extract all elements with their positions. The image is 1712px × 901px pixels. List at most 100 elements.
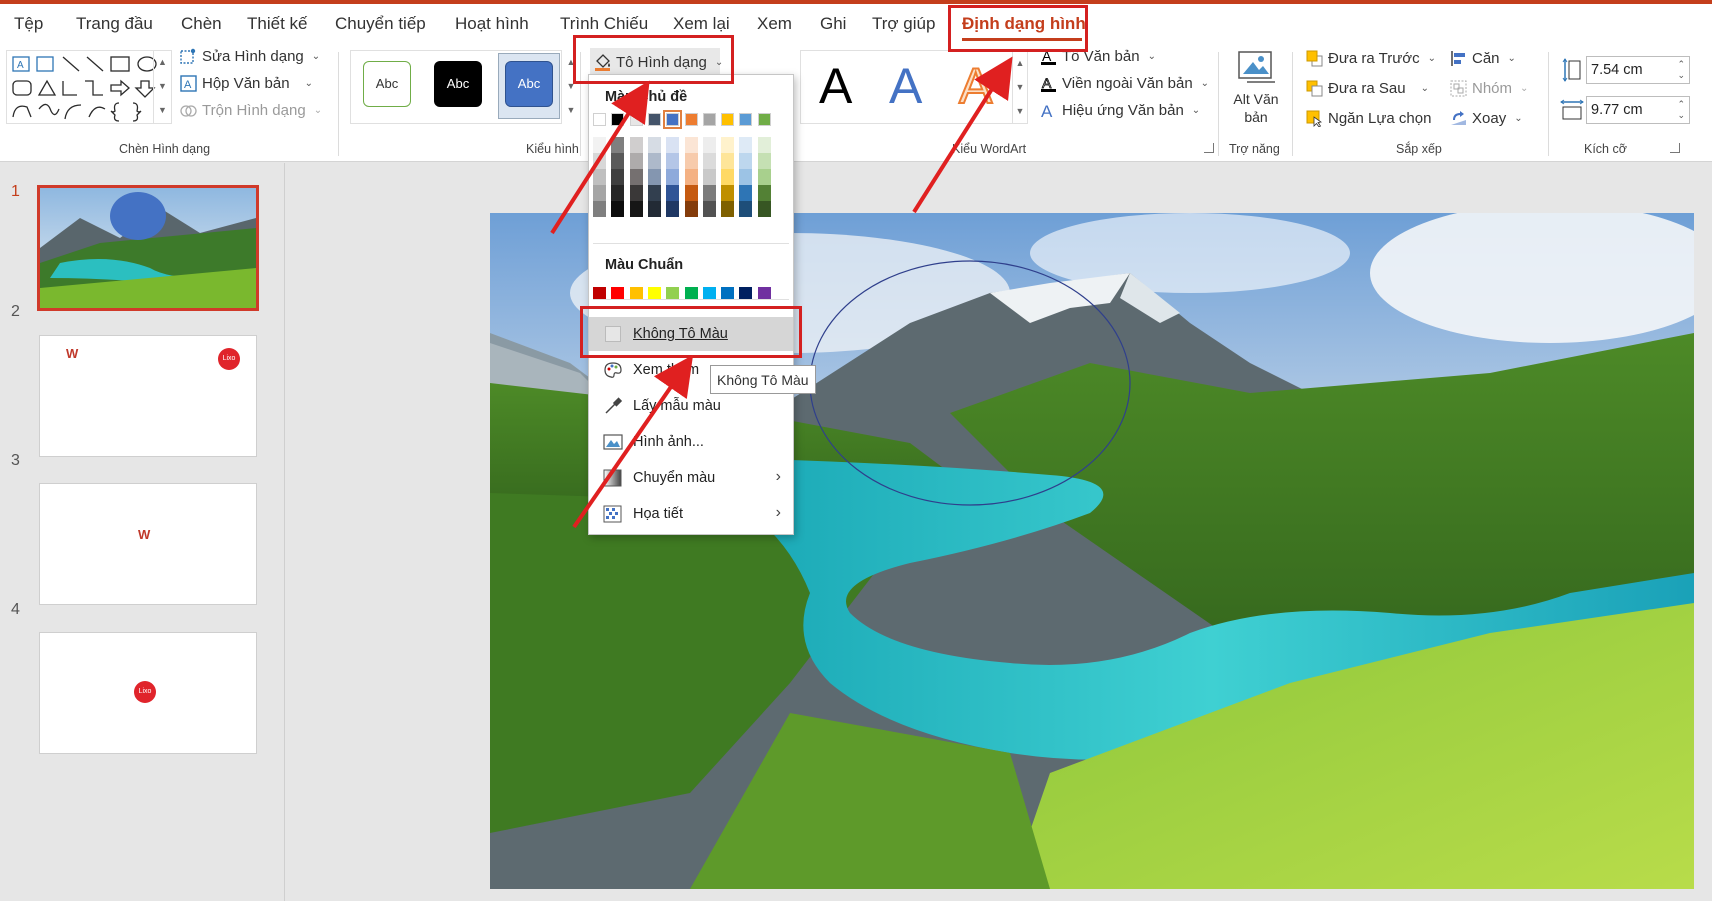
theme-color-swatch[interactable] xyxy=(757,113,771,126)
height-spinner[interactable]: ⌃ ⌄ xyxy=(1677,59,1685,81)
theme-shade-swatch[interactable] xyxy=(702,169,716,185)
theme-shade-swatch[interactable] xyxy=(684,153,698,169)
theme-shade-swatch[interactable] xyxy=(666,153,680,169)
theme-color-swatch[interactable] xyxy=(739,113,753,126)
eyedropper-menu-item[interactable]: Lấy mẫu màu xyxy=(589,389,793,423)
theme-shade-swatch[interactable] xyxy=(721,169,735,185)
rotate-button[interactable]: Xoay ⌄ xyxy=(1450,110,1523,127)
alt-text-button[interactable]: Alt Văn bản xyxy=(1228,48,1284,128)
tab-help[interactable]: Trợ giúp xyxy=(872,14,935,34)
theme-color-swatch[interactable] xyxy=(629,113,643,126)
shapes-gallery[interactable]: A xyxy=(6,50,172,124)
shapes-gallery-scroll[interactable]: ▲ ▼ ▼ xyxy=(153,50,171,124)
text-box-button[interactable]: A Hộp Văn bản ⌄ xyxy=(180,75,313,92)
wordart-scroll[interactable]: ▲ ▼ ▼ xyxy=(1012,50,1028,124)
theme-color-swatch[interactable] xyxy=(721,113,735,126)
theme-color-swatch[interactable] xyxy=(647,113,661,126)
theme-shade-swatch[interactable] xyxy=(666,201,680,217)
theme-shade-swatch[interactable] xyxy=(702,185,716,201)
theme-shade-swatch[interactable] xyxy=(757,153,771,169)
slide-thumbnail-4[interactable]: Lixo xyxy=(39,632,257,754)
theme-shade-swatch[interactable] xyxy=(593,201,606,217)
theme-shade-swatch[interactable] xyxy=(647,153,661,169)
theme-shade-swatch[interactable] xyxy=(593,153,606,169)
tab-animations[interactable]: Hoạt hình xyxy=(455,14,529,34)
theme-shade-swatch[interactable] xyxy=(593,185,606,201)
theme-shade-swatch[interactable] xyxy=(593,137,606,153)
theme-shade-swatch[interactable] xyxy=(739,137,753,153)
tab-record[interactable]: Ghi xyxy=(820,14,846,34)
group-button[interactable]: Nhóm ⌄ xyxy=(1450,80,1528,97)
tab-view[interactable]: Xem xyxy=(757,14,792,34)
theme-shade-swatch[interactable] xyxy=(593,169,606,185)
theme-shade-swatch[interactable] xyxy=(739,201,753,217)
theme-shade-swatch[interactable] xyxy=(611,169,625,185)
theme-color-swatch[interactable] xyxy=(611,113,625,126)
theme-shade-swatch[interactable] xyxy=(721,201,735,217)
theme-shade-swatch[interactable] xyxy=(611,201,625,217)
selection-pane-button[interactable]: Ngăn Lựa chọn xyxy=(1306,110,1431,128)
theme-shade-swatch[interactable] xyxy=(666,169,680,185)
size-dialog-launcher-icon[interactable] xyxy=(1670,143,1680,153)
wordart-style-black[interactable]: A xyxy=(819,57,852,115)
width-spinner[interactable]: ⌃ ⌄ xyxy=(1677,99,1685,121)
theme-shade-swatch[interactable] xyxy=(757,201,771,217)
send-backward-button[interactable]: Đưa ra Sau ⌄ xyxy=(1306,80,1429,97)
wordart-style-orange[interactable]: A xyxy=(958,57,993,115)
tab-insert[interactable]: Chèn xyxy=(181,14,222,34)
theme-shade-swatch[interactable] xyxy=(629,169,643,185)
theme-shade-swatch[interactable] xyxy=(647,185,661,201)
theme-shade-swatch[interactable] xyxy=(684,185,698,201)
align-button[interactable]: Căn ⌄ xyxy=(1450,50,1516,67)
slide-thumbnail-3[interactable]: W xyxy=(39,483,257,605)
theme-shade-swatch[interactable] xyxy=(611,153,625,169)
theme-shade-swatch[interactable] xyxy=(611,185,625,201)
picture-fill-menu-item[interactable]: Hình ảnh... xyxy=(589,425,793,459)
theme-shade-swatch[interactable] xyxy=(684,201,698,217)
theme-shade-swatch[interactable] xyxy=(684,169,698,185)
theme-shade-swatch[interactable] xyxy=(629,137,643,153)
theme-color-swatch[interactable] xyxy=(702,113,716,126)
theme-color-swatch[interactable] xyxy=(684,113,698,126)
shape-width-field[interactable]: 9.77 cm ⌃ ⌄ xyxy=(1586,96,1690,124)
theme-shade-swatch[interactable] xyxy=(721,153,735,169)
theme-shade-swatch[interactable] xyxy=(702,137,716,153)
wordart-style-blue[interactable]: A xyxy=(889,57,922,115)
theme-shade-swatch[interactable] xyxy=(721,137,735,153)
theme-shade-swatch[interactable] xyxy=(647,201,661,217)
theme-shade-swatch[interactable] xyxy=(647,137,661,153)
tab-review[interactable]: Xem lại xyxy=(673,14,730,34)
theme-shade-swatch[interactable] xyxy=(629,201,643,217)
bring-forward-button[interactable]: Đưa ra Trước ⌄ xyxy=(1306,50,1436,67)
theme-shade-swatch[interactable] xyxy=(684,137,698,153)
style-preview-blue[interactable]: Abc xyxy=(505,61,553,107)
shape-height-field[interactable]: 7.54 cm ⌃ ⌄ xyxy=(1586,56,1690,84)
style-preview-outline[interactable]: Abc xyxy=(363,61,411,107)
tab-transitions[interactable]: Chuyển tiếp xyxy=(335,14,426,34)
theme-shade-swatch[interactable] xyxy=(702,201,716,217)
theme-shade-swatch[interactable] xyxy=(739,169,753,185)
slide-thumbnail-1[interactable] xyxy=(37,185,259,311)
tab-design[interactable]: Thiết kế xyxy=(247,14,307,34)
edit-shape-button[interactable]: Sửa Hình dạng ⌄ xyxy=(180,48,320,65)
theme-shade-swatch[interactable] xyxy=(666,185,680,201)
theme-shade-swatch[interactable] xyxy=(647,169,661,185)
text-effects-button[interactable]: A Hiệu ứng Văn bản ⌄ xyxy=(1040,102,1200,121)
theme-shade-swatch[interactable] xyxy=(757,169,771,185)
theme-shade-swatch[interactable] xyxy=(611,137,625,153)
theme-color-swatch[interactable] xyxy=(663,110,683,129)
theme-shade-swatch[interactable] xyxy=(702,153,716,169)
theme-color-swatch[interactable] xyxy=(593,113,606,126)
tab-file[interactable]: Tệp xyxy=(14,14,43,34)
wordart-dialog-launcher-icon[interactable] xyxy=(1204,143,1214,153)
theme-shade-swatch[interactable] xyxy=(757,137,771,153)
theme-shade-swatch[interactable] xyxy=(629,185,643,201)
gradient-fill-menu-item[interactable]: Chuyển màu › xyxy=(589,461,793,495)
theme-shade-swatch[interactable] xyxy=(666,137,680,153)
theme-shade-swatch[interactable] xyxy=(739,153,753,169)
style-preview-dark[interactable]: Abc xyxy=(434,61,482,107)
tab-slideshow[interactable]: Trình Chiếu xyxy=(560,14,648,34)
theme-shade-swatch[interactable] xyxy=(721,185,735,201)
merge-shapes-button[interactable]: Trộn Hình dạng ⌄ xyxy=(180,102,322,119)
theme-shade-swatch[interactable] xyxy=(757,185,771,201)
